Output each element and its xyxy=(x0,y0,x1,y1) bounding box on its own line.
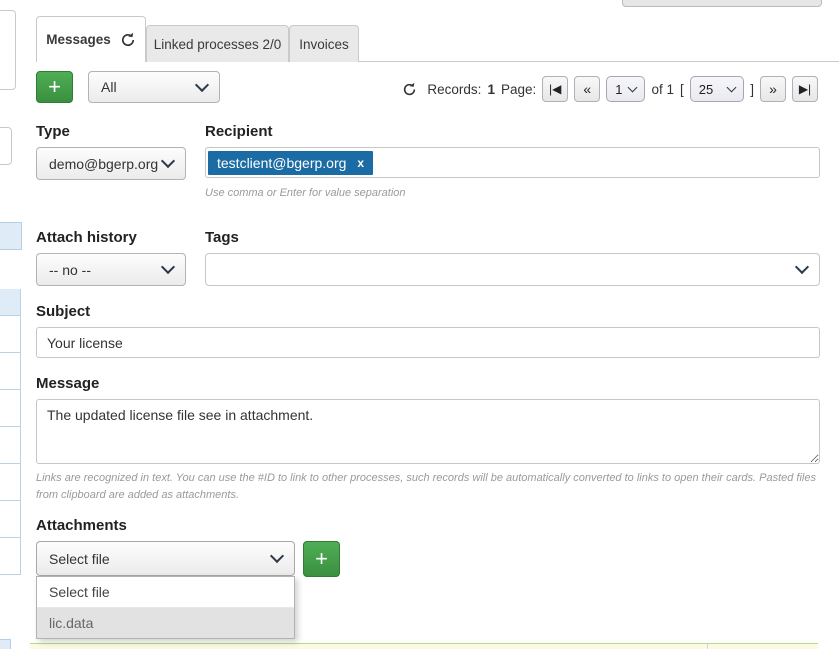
left-cropped-table-row xyxy=(0,538,20,575)
type-select[interactable]: demo@bgerp.org xyxy=(36,147,186,180)
recipient-tag-text: testclient@bgerp.org xyxy=(217,155,346,171)
page-label: Page: xyxy=(501,82,536,97)
left-cropped-table-row xyxy=(0,390,20,427)
recipient-tag: testclient@bgerp.org x xyxy=(208,151,373,175)
attachments-option-select-file[interactable]: Select file xyxy=(37,577,294,608)
chevron-down-icon xyxy=(628,83,638,93)
add-message-button[interactable]: + xyxy=(36,71,73,103)
left-cropped-table-header xyxy=(0,289,20,316)
tab-messages[interactable]: Messages xyxy=(36,16,146,62)
attach-history-label: Attach history xyxy=(36,229,137,246)
attachments-label: Attachments xyxy=(36,517,127,534)
records-label: Records: xyxy=(427,82,481,97)
column-divider xyxy=(707,644,708,649)
filter-select-value: All xyxy=(101,79,197,95)
attachments-dropdown-list: Select file lic.data xyxy=(36,576,295,639)
tab-invoices-label: Invoices xyxy=(299,37,349,52)
message-form-page: Messages Linked processes 2/0 Invoices +… xyxy=(0,0,839,649)
pagination-bar: Records: 1 Page: |◀ « 1 of 1 [ 25 ] » ▶| xyxy=(402,75,818,103)
chevron-down-icon xyxy=(161,154,175,168)
tags-select[interactable] xyxy=(205,253,820,286)
attachments-select-value: Select file xyxy=(49,551,272,567)
bracket-open: [ xyxy=(680,82,684,97)
chevron-down-icon xyxy=(270,549,284,563)
left-cropped-field xyxy=(0,127,12,165)
attach-history-value: -- no -- xyxy=(49,262,163,278)
records-count: 1 xyxy=(487,82,495,97)
page-size-value: 25 xyxy=(699,82,713,97)
next-page-button[interactable]: » xyxy=(760,76,786,102)
left-cropped-panel xyxy=(0,10,16,90)
tab-invoices[interactable]: Invoices xyxy=(289,25,359,62)
top-cropped-button xyxy=(622,0,822,7)
bracket-close: ] xyxy=(750,82,754,97)
add-attachment-button[interactable]: + xyxy=(303,541,340,577)
recipient-label: Recipient xyxy=(205,123,273,140)
last-page-button[interactable]: ▶| xyxy=(792,76,818,102)
first-page-button[interactable]: |◀ xyxy=(542,76,568,102)
message-hint: Links are recognized in text. You can us… xyxy=(36,470,822,503)
left-cropped-table-row xyxy=(0,316,20,353)
left-cropped-table-row xyxy=(0,353,20,390)
attachments-option-lic-data[interactable]: lic.data xyxy=(37,608,294,638)
attachments-select[interactable]: Select file xyxy=(36,541,295,576)
chevron-down-icon xyxy=(195,77,209,91)
prev-page-button[interactable]: « xyxy=(574,76,600,102)
type-label: Type xyxy=(36,123,70,140)
message-list-row-top xyxy=(30,643,818,649)
remove-tag-icon[interactable]: x xyxy=(357,156,364,170)
recipient-input[interactable]: testclient@bgerp.org x xyxy=(205,147,820,178)
left-cropped-table xyxy=(0,289,21,575)
message-label: Message xyxy=(36,375,99,392)
left-cropped-table-row xyxy=(0,501,20,538)
plus-icon: + xyxy=(48,76,61,98)
tab-messages-label: Messages xyxy=(46,32,111,47)
recipient-hint: Use comma or Enter for value separation xyxy=(205,185,406,202)
left-cropped-table-row xyxy=(0,427,20,464)
refresh-icon[interactable] xyxy=(402,82,417,97)
attach-history-select[interactable]: -- no -- xyxy=(36,253,186,286)
subject-label: Subject xyxy=(36,303,90,320)
left-cropped-table-row xyxy=(0,464,20,501)
page-number-select[interactable]: 1 xyxy=(606,76,645,102)
type-select-value: demo@bgerp.org xyxy=(49,156,163,172)
chevron-down-icon xyxy=(161,260,175,274)
tab-linked-processes-label: Linked processes 2/0 xyxy=(154,37,282,52)
left-cropped-cell xyxy=(0,639,11,649)
message-textarea[interactable]: The updated license file see in attachme… xyxy=(36,399,820,464)
filter-select[interactable]: All xyxy=(88,71,220,103)
refresh-icon[interactable] xyxy=(120,32,136,48)
chevron-down-icon xyxy=(795,260,809,274)
page-size-select[interactable]: 25 xyxy=(690,76,744,102)
tab-linked-processes[interactable]: Linked processes 2/0 xyxy=(146,25,289,62)
page-number-value: 1 xyxy=(615,82,622,97)
page-of-text: of 1 xyxy=(651,82,674,97)
left-cropped-header xyxy=(0,222,22,250)
plus-icon: + xyxy=(315,548,328,570)
chevron-down-icon xyxy=(727,83,737,93)
subject-input[interactable] xyxy=(36,327,820,358)
tags-label: Tags xyxy=(205,229,239,246)
